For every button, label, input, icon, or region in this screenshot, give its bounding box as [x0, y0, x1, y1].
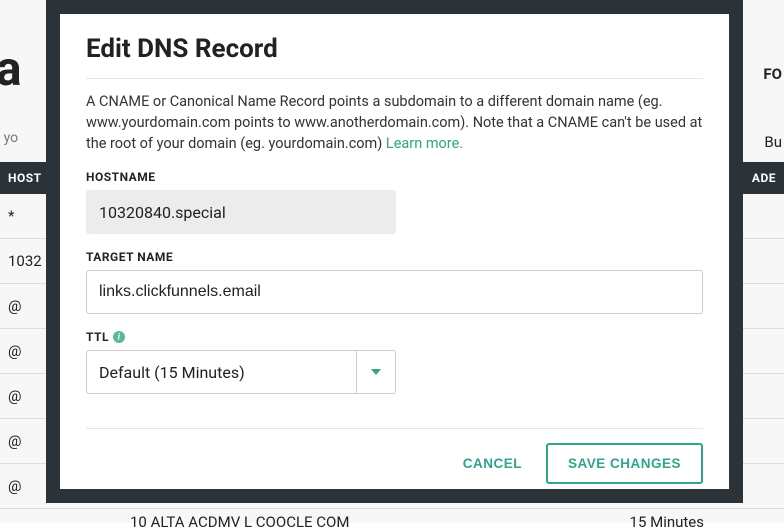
- learn-more-link[interactable]: Learn more.: [386, 135, 463, 152]
- chevron-down-icon: [371, 369, 381, 375]
- col-host: HOST: [8, 171, 42, 185]
- target-name-label: TARGET NAME: [86, 250, 703, 264]
- info-icon[interactable]: [113, 331, 125, 343]
- right-tab-2: Bu: [752, 125, 784, 159]
- page-heading-fragment: ea: [0, 40, 22, 97]
- bottom-text-left: 10 ALTA ACDMV L COOCLE COM: [130, 513, 349, 531]
- cancel-button[interactable]: CANCEL: [457, 446, 528, 481]
- edit-dns-modal: Edit DNS Record A CNAME or Canonical Nam…: [60, 14, 729, 489]
- modal-overlay: Edit DNS Record A CNAME or Canonical Nam…: [46, 0, 743, 503]
- divider: [86, 428, 703, 429]
- ttl-label: TTL: [86, 330, 703, 344]
- ttl-select[interactable]: Default (15 Minutes): [86, 350, 703, 394]
- col-right: ADE: [752, 171, 776, 185]
- divider: [86, 78, 703, 79]
- modal-actions: CANCEL SAVE CHANGES: [86, 443, 703, 484]
- save-button[interactable]: SAVE CHANGES: [546, 443, 703, 484]
- right-tab-1: FO: [751, 57, 784, 91]
- bottom-text-right: 15 Minutes: [630, 513, 704, 531]
- modal-description: A CNAME or Canonical Name Record points …: [86, 91, 703, 154]
- ttl-label-text: TTL: [86, 330, 109, 344]
- target-name-input[interactable]: [86, 270, 703, 314]
- modal-title: Edit DNS Record: [86, 34, 703, 64]
- ttl-select-value[interactable]: Default (15 Minutes): [86, 350, 356, 394]
- hostname-label: HOSTNAME: [86, 170, 703, 184]
- ttl-dropdown-button[interactable]: [356, 350, 396, 394]
- hostname-input: 10320840.special: [86, 190, 396, 234]
